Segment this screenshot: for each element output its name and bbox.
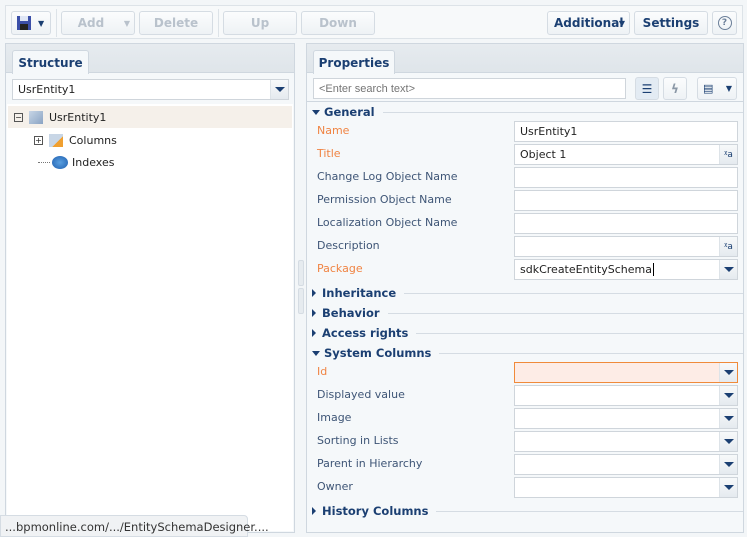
chevron-down-icon[interactable]: [719, 409, 737, 428]
additional-button[interactable]: Additional ▼: [547, 11, 630, 35]
label-change-log-object-name: Change Log Object Name: [317, 170, 458, 183]
field-id[interactable]: [514, 362, 738, 383]
tree-item-usrentity1[interactable]: − UsrEntity1: [8, 106, 292, 128]
splitter-collapse-left[interactable]: [298, 260, 304, 286]
structure-tree: − UsrEntity1 + Columns Indexes: [7, 104, 293, 531]
events-button[interactable]: ϟ: [663, 77, 687, 100]
field-name[interactable]: UsrEntity1: [514, 121, 738, 142]
section-title: Behavior: [322, 306, 380, 320]
view-options-dropdown-icon[interactable]: ▼: [726, 84, 732, 93]
up-button[interactable]: Up: [223, 11, 297, 35]
field-change-log-object-name[interactable]: [514, 167, 738, 188]
tree-label: UsrEntity1: [49, 110, 107, 124]
additional-label: Additional: [554, 16, 624, 30]
section-title: System Columns: [324, 346, 432, 360]
section-title: Inheritance: [322, 286, 397, 300]
tab-properties[interactable]: Properties: [313, 50, 395, 74]
chevron-down-icon[interactable]: [719, 386, 737, 405]
field-value: UsrEntity1: [520, 125, 578, 138]
tree-item-indexes[interactable]: Indexes: [8, 151, 292, 173]
label-name: Name: [317, 124, 350, 137]
label-package: Package: [317, 262, 363, 275]
field-image[interactable]: [514, 408, 738, 429]
list-view-button[interactable]: ☰: [635, 77, 659, 100]
section-general[interactable]: General: [312, 105, 743, 119]
field-value: Object 1: [520, 148, 567, 161]
down-button[interactable]: Down: [301, 11, 375, 35]
section-title: General: [324, 105, 375, 119]
add-label: Add: [77, 16, 105, 30]
label-owner: Owner: [317, 480, 353, 493]
list-icon: ☰: [641, 81, 653, 96]
field-package[interactable]: sdkCreateEntitySchema: [514, 259, 738, 280]
schema-select[interactable]: UsrEntity1: [12, 79, 289, 100]
chevron-down-icon[interactable]: [719, 455, 737, 474]
label-parent-in-hierarchy: Parent in Hierarchy: [317, 457, 423, 470]
section-system-columns[interactable]: System Columns: [312, 346, 743, 360]
chevron-down-icon[interactable]: [719, 363, 737, 382]
tree-label: Indexes: [72, 155, 115, 169]
splitter-collapse-right[interactable]: [298, 288, 304, 314]
section-history-columns[interactable]: History Columns: [312, 504, 743, 518]
tree-label: Columns: [69, 133, 117, 147]
help-button[interactable]: ?: [712, 11, 737, 35]
delete-button[interactable]: Delete: [139, 11, 213, 35]
save-dropdown-icon[interactable]: ▼: [38, 19, 44, 28]
columns-icon: [49, 133, 63, 147]
field-value: sdkCreateEntitySchema: [520, 263, 652, 276]
label-sorting-in-lists: Sorting in Lists: [317, 434, 399, 447]
expand-icon[interactable]: +: [34, 135, 43, 145]
entity-cube-icon: [29, 110, 43, 124]
tree-item-columns[interactable]: + Columns: [8, 129, 292, 151]
field-localization-object-name[interactable]: [514, 213, 738, 234]
view-options-button[interactable]: ▤ ▼: [697, 77, 737, 100]
additional-dropdown-icon[interactable]: ▼: [619, 19, 625, 28]
status-url: ...bpmonline.com/.../EntitySchemaDesigne…: [0, 515, 269, 537]
field-sorting-in-lists[interactable]: [514, 431, 738, 452]
search-input[interactable]: [313, 78, 626, 99]
label-title: Title: [317, 147, 341, 160]
chevron-down-icon[interactable]: [719, 478, 737, 497]
field-parent-in-hierarchy[interactable]: [514, 454, 738, 475]
section-behavior[interactable]: Behavior: [312, 306, 743, 320]
lightning-icon: ϟ: [671, 81, 679, 96]
chevron-down-icon[interactable]: [270, 80, 288, 99]
section-inheritance[interactable]: Inheritance: [312, 286, 743, 300]
section-title: Access rights: [322, 326, 409, 340]
section-title: History Columns: [322, 504, 429, 518]
structure-panel: Structure UsrEntity1 − UsrEntity1 + Colu…: [5, 43, 295, 533]
field-title[interactable]: Object 1 ᵡa: [514, 144, 738, 165]
field-owner[interactable]: [514, 477, 738, 498]
localize-icon[interactable]: ᵡa: [719, 237, 737, 256]
toolbar: ▼ Add ▼ Delete Up Down Additional ▼ Settin…: [5, 5, 743, 39]
chevron-down-icon[interactable]: [719, 260, 737, 279]
field-description[interactable]: ᵡa: [514, 236, 738, 257]
label-id: Id: [317, 365, 328, 378]
save-button[interactable]: ▼: [11, 11, 51, 35]
add-button[interactable]: Add ▼: [61, 11, 135, 35]
question-icon: ?: [717, 16, 732, 30]
settings-button[interactable]: Settings: [634, 11, 708, 35]
chevron-down-icon[interactable]: [719, 432, 737, 451]
label-description: Description: [317, 239, 380, 252]
schema-select-value: UsrEntity1: [18, 83, 76, 96]
field-permission-object-name[interactable]: [514, 190, 738, 211]
label-permission-object-name: Permission Object Name: [317, 193, 452, 206]
section-access-rights[interactable]: Access rights: [312, 326, 743, 340]
floppy-disk-icon: [17, 16, 31, 30]
localize-icon[interactable]: ᵡa: [719, 145, 737, 164]
label-localization-object-name: Localization Object Name: [317, 216, 458, 229]
field-displayed-value[interactable]: [514, 385, 738, 406]
label-image: Image: [317, 411, 352, 424]
label-displayed-value: Displayed value: [317, 388, 405, 401]
indexes-icon: [52, 155, 68, 169]
edit-list-icon: ▤: [703, 82, 714, 95]
add-dropdown-icon[interactable]: ▼: [124, 19, 130, 28]
collapse-icon[interactable]: −: [14, 112, 23, 122]
tab-structure[interactable]: Structure: [12, 50, 89, 74]
